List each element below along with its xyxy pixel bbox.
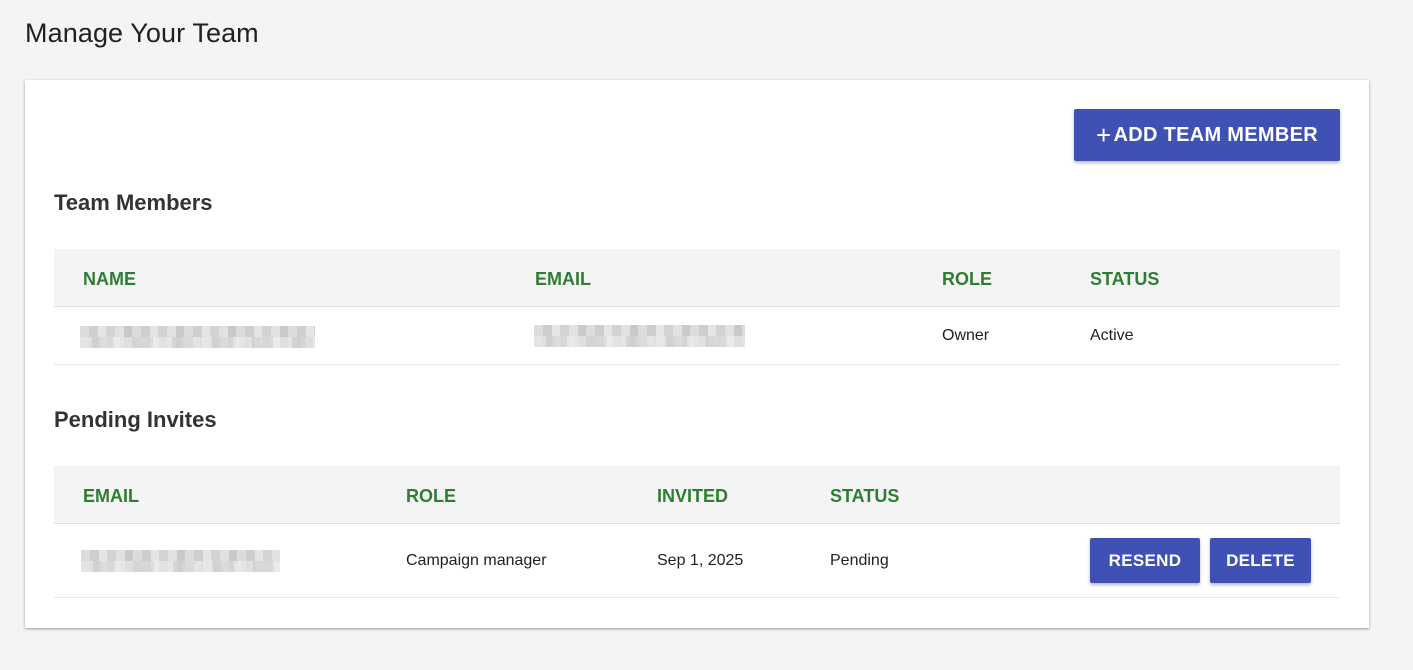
invite-role: Campaign manager: [406, 552, 547, 569]
member-status: Active: [1090, 327, 1134, 344]
table-row: Owner Active: [54, 307, 1340, 365]
column-header-role[interactable]: ROLE: [406, 486, 456, 507]
redacted-name: [80, 326, 315, 348]
team-card: + ADD TEAM MEMBER Team Members NAME EMAI…: [25, 80, 1369, 628]
page-title: Manage Your Team: [25, 18, 259, 48]
add-team-member-button[interactable]: + ADD TEAM MEMBER: [1074, 109, 1340, 161]
table-row: Campaign manager Sep 1, 2025 Pending RES…: [54, 524, 1340, 598]
team-members-table: NAME EMAIL ROLE STATUS Owner Active: [54, 249, 1340, 365]
resend-button[interactable]: RESEND: [1090, 538, 1200, 583]
plus-icon: +: [1096, 120, 1112, 150]
pending-invites-heading: Pending Invites: [54, 407, 217, 432]
column-header-name[interactable]: NAME: [83, 269, 136, 290]
pending-invites-header-row: EMAIL ROLE INVITED STATUS: [54, 466, 1340, 524]
column-header-invited[interactable]: INVITED: [657, 486, 728, 507]
member-role: Owner: [942, 327, 990, 344]
invite-status: Pending: [830, 552, 889, 569]
column-header-role[interactable]: ROLE: [942, 269, 992, 290]
delete-button[interactable]: DELETE: [1210, 538, 1311, 583]
add-team-member-label: ADD TEAM MEMBER: [1113, 123, 1318, 146]
invite-date: Sep 1, 2025: [657, 552, 744, 569]
team-members-heading: Team Members: [54, 190, 213, 215]
column-header-status[interactable]: STATUS: [1090, 269, 1159, 290]
team-members-header-row: NAME EMAIL ROLE STATUS: [54, 249, 1340, 307]
column-header-status[interactable]: STATUS: [830, 486, 899, 507]
column-header-email[interactable]: EMAIL: [535, 269, 591, 290]
redacted-email: [81, 550, 280, 572]
pending-invites-table: EMAIL ROLE INVITED STATUS Campaign manag…: [54, 466, 1340, 598]
column-header-email[interactable]: EMAIL: [83, 486, 139, 507]
redacted-email: [534, 325, 745, 347]
